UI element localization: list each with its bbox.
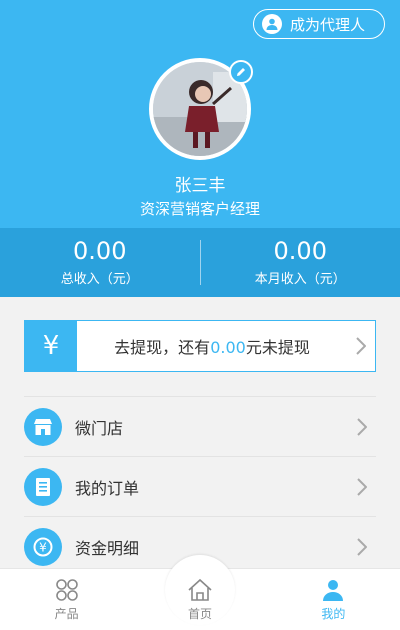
monthly-income: 0.00 本月收入（元） — [201, 228, 400, 297]
withdraw-amount: 0.00 — [210, 338, 246, 357]
tab-label: 产品 — [54, 607, 79, 621]
withdraw-text: 去提现，还有0.00元未提现 — [77, 334, 347, 358]
withdraw-button[interactable]: ¥ 去提现，还有0.00元未提现 — [24, 320, 376, 372]
user-name: 张三丰 — [174, 176, 226, 196]
become-agent-label: 成为代理人 — [290, 15, 366, 34]
chevron-right-icon — [348, 417, 376, 436]
menu-item-label: 资金明细 — [75, 538, 140, 558]
home-icon — [187, 577, 213, 603]
income-stats: 0.00 总收入（元） 0.00 本月收入（元） — [0, 228, 400, 297]
withdraw-text-before: 去提现，还有 — [114, 338, 211, 357]
chevron-right-icon — [348, 537, 376, 556]
menu-list: 微门店 我的订单 ¥ 资金明细 — [24, 396, 376, 576]
user-icon — [321, 577, 345, 603]
total-income-label: 总收入（元） — [60, 272, 139, 287]
user-title: 资深营销客户经理 — [139, 200, 260, 218]
total-income-value: 0.00 — [73, 237, 127, 265]
tab-label: 我的 — [321, 607, 346, 621]
avatar-wrapper — [149, 58, 253, 160]
funds-icon: ¥ — [24, 527, 62, 566]
menu-item-store[interactable]: 微门店 — [24, 396, 376, 456]
menu-item-orders[interactable]: 我的订单 — [24, 456, 376, 516]
grid-icon — [55, 577, 79, 603]
become-agent-button[interactable]: 成为代理人 — [253, 9, 385, 39]
tab-home[interactable]: 首页 — [133, 555, 266, 630]
menu-item-label: 我的订单 — [75, 478, 140, 498]
order-icon — [24, 467, 62, 506]
chevron-right-icon — [347, 337, 375, 355]
total-income: 0.00 总收入（元） — [0, 228, 200, 297]
chevron-right-icon — [348, 477, 376, 496]
agent-user-icon — [262, 14, 282, 34]
tab-label: 首页 — [187, 607, 212, 621]
pencil-icon — [237, 68, 245, 76]
yuan-icon: ¥ — [25, 321, 77, 371]
menu-item-label: 微门店 — [75, 418, 124, 438]
profile-header: 成为代理人 张三丰 资深营销客户经理 — [0, 0, 400, 228]
store-icon — [24, 407, 62, 446]
monthly-income-label: 本月收入（元） — [254, 272, 346, 287]
svg-text:¥: ¥ — [39, 540, 47, 554]
withdraw-text-after: 元未提现 — [245, 338, 310, 357]
edit-avatar-button[interactable] — [229, 60, 253, 84]
bottom-tab-bar: 产品 首页 我的 — [0, 555, 400, 630]
tab-products[interactable]: 产品 — [0, 569, 133, 630]
monthly-income-value: 0.00 — [273, 237, 327, 265]
tab-mine[interactable]: 我的 — [267, 569, 400, 630]
